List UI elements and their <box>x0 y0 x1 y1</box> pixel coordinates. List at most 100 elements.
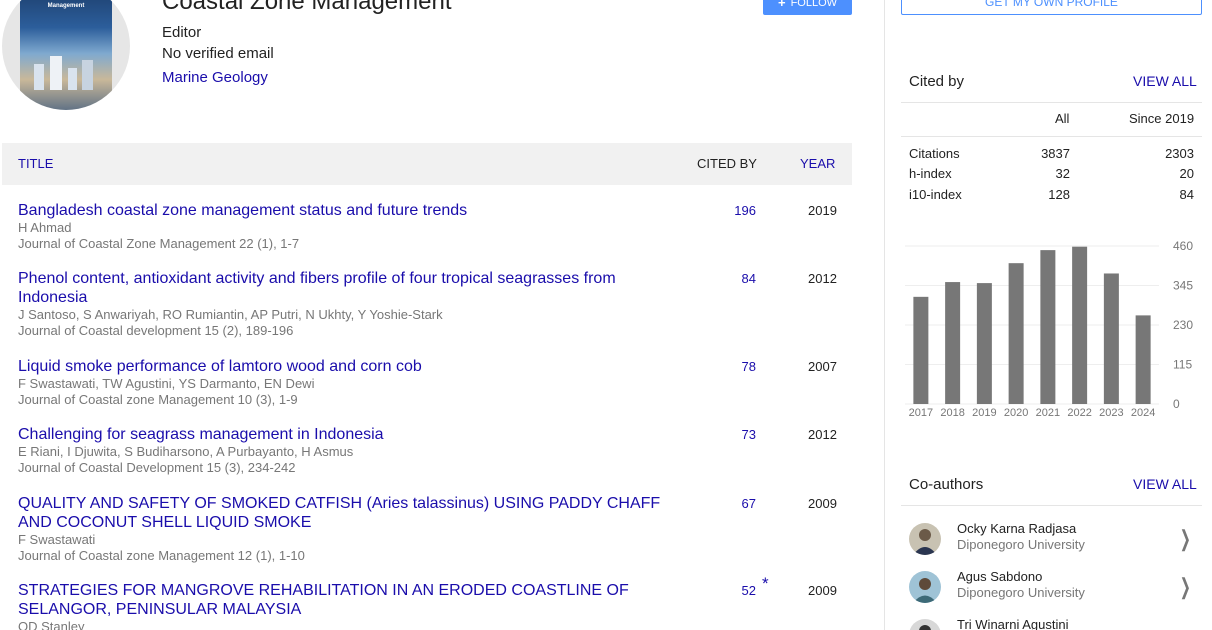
chart-bar-2018[interactable] <box>945 282 961 404</box>
coauthor-item[interactable]: Agus Sabdono Diponegoro University ❯ <box>901 569 1202 613</box>
chart-y-tick-label: 115 <box>1173 358 1192 372</box>
publication-title-link[interactable]: STRATEGIES FOR MANGROVE REHABILITATION I… <box>18 581 678 619</box>
citations-chart-svg: 460 345 230 115 0 2017 2018 2019 2020 2021 2022 202… <box>905 239 1193 419</box>
publication-year: 2012 <box>808 427 837 442</box>
publication-row: Liquid smoke performance of lamtoro wood… <box>18 357 852 408</box>
metric-label: i10-index <box>909 187 962 202</box>
publication-row: STRATEGIES FOR MANGROVE REHABILITATION I… <box>18 574 852 630</box>
coauthors-heading: Co-authors <box>909 476 984 493</box>
publication-row: Phenol content, antioxidant activity and… <box>18 269 852 339</box>
chart-y-tick-label: 345 <box>1173 279 1193 293</box>
chart-x-tick-label: 2024 <box>1131 407 1155 419</box>
chevron-right-icon: ❯ <box>1179 526 1191 551</box>
chart-x-tick-label: 2021 <box>1036 407 1060 419</box>
metric-since-value: 2303 <box>1165 146 1194 161</box>
publication-venue: Journal of Coastal development 15 (2), 1… <box>18 323 294 338</box>
publication-title-link[interactable]: QUALITY AND SAFETY OF SMOKED CATFISH (Ar… <box>18 494 678 532</box>
follow-button[interactable]: + FOLLOW <box>763 0 852 15</box>
cited-by-view-all-link[interactable]: VIEW ALL <box>1133 73 1197 89</box>
research-interest-link[interactable]: Marine Geology <box>162 69 268 86</box>
chart-bar-2022[interactable] <box>1072 246 1088 404</box>
cited-by-count-link[interactable]: 84 <box>718 271 756 286</box>
metric-since-value: 84 <box>1179 187 1194 202</box>
cited-by-count-link[interactable]: 78 <box>718 359 756 374</box>
metric-all-value: 32 <box>1055 166 1070 181</box>
metrics-col-since: Since 2019 <box>1129 111 1195 126</box>
profile-name: Coastal Zone Management <box>162 0 452 15</box>
profile-email-status: No verified email <box>162 45 274 62</box>
coauthors-view-all-link[interactable]: VIEW ALL <box>1133 476 1197 492</box>
publication-title-link[interactable]: Bangladesh coastal zone management statu… <box>18 201 678 220</box>
sort-by-citations-label[interactable]: CITED BY <box>697 156 757 171</box>
chart-x-tick-label: 2017 <box>909 407 933 419</box>
metric-label: Citations <box>909 146 960 161</box>
publication-year: 2007 <box>808 359 837 374</box>
sort-by-year-link[interactable]: YEAR <box>800 156 835 171</box>
merged-citations-star-icon[interactable]: * <box>762 574 769 594</box>
chart-bar-2019[interactable] <box>976 283 992 404</box>
chart-bar-2024[interactable] <box>1135 315 1151 404</box>
publication-row: Bangladesh coastal zone management statu… <box>18 201 852 252</box>
cited-by-count-link[interactable]: 196 <box>718 203 756 218</box>
metric-label: h-index <box>909 166 952 181</box>
publication-title-link[interactable]: Challenging for seagrass management in I… <box>18 425 678 444</box>
publication-title-link[interactable]: Phenol content, antioxidant activity and… <box>18 269 678 307</box>
follow-plus-icon: + <box>777 0 786 10</box>
publication-authors: J Santoso, S Anwariyah, RO Rumiantin, AP… <box>18 307 443 322</box>
cited-by-count-link[interactable]: 52 <box>718 583 756 598</box>
publication-row: Challenging for seagrass management in I… <box>18 425 852 476</box>
coauthor-avatar <box>909 523 941 555</box>
coauthor-institution: Diponegoro University <box>957 585 1085 600</box>
publication-authors: E Riani, I Djuwita, S Budiharsono, A Pur… <box>18 444 354 459</box>
metric-all-value: 3837 <box>1041 146 1070 161</box>
coauthor-name: Agus Sabdono <box>957 569 1043 584</box>
chart-y-tick-label: 460 <box>1173 239 1193 253</box>
follow-label: FOLLOW <box>790 0 838 9</box>
publication-venue: Journal of Coastal zone Management 10 (3… <box>18 392 298 407</box>
chart-bar-2021[interactable] <box>1040 250 1056 404</box>
journal-cover-text: Journal of Coastal Zone Management <box>32 0 100 9</box>
publication-title-link[interactable]: Liquid smoke performance of lamtoro wood… <box>18 357 678 376</box>
profile-affiliation: Editor <box>162 24 202 41</box>
publications-table-header: TITLE CITED BY YEAR <box>2 143 852 185</box>
publication-authors: F Swastawati <box>18 532 96 547</box>
publication-year: 2019 <box>808 203 837 218</box>
publication-year: 2009 <box>808 583 837 598</box>
coauthor-name: Tri Winarni Agustini <box>957 617 1069 630</box>
coauthor-avatar <box>909 619 941 630</box>
metrics-col-all: All <box>1055 111 1070 126</box>
chart-bar-2017[interactable] <box>913 296 929 404</box>
chart-x-tick-label: 2018 <box>940 407 964 419</box>
metric-all-value: 128 <box>1048 187 1070 202</box>
get-own-profile-button[interactable]: GET MY OWN PROFILE <box>901 0 1202 15</box>
citations-per-year-chart: 460 345 230 115 0 2017 2018 2019 2020 2021 2022 202… <box>901 236 1202 422</box>
chart-x-tick-label: 2023 <box>1099 407 1123 419</box>
coauthor-item[interactable]: Tri Winarni Agustini <box>901 617 1202 630</box>
metric-since-value: 20 <box>1179 166 1194 181</box>
coauthor-institution: Diponegoro University <box>957 537 1085 552</box>
chart-x-tick-label: 2020 <box>1004 407 1028 419</box>
journal-cover-image: Journal of Coastal Zone Management <box>20 0 112 110</box>
coauthor-item[interactable]: Ocky Karna Radjasa Diponegoro University… <box>901 521 1202 565</box>
publication-year: 2012 <box>808 271 837 286</box>
chart-bar-2020[interactable] <box>1008 263 1024 404</box>
profile-avatar: Journal of Coastal Zone Management <box>2 0 130 110</box>
publication-year: 2009 <box>808 496 837 511</box>
cited-by-count-link[interactable]: 67 <box>718 496 756 511</box>
publication-venue: Journal of Coastal zone Management 12 (1… <box>18 548 305 563</box>
publication-row: QUALITY AND SAFETY OF SMOKED CATFISH (Ar… <box>18 494 852 564</box>
chart-x-tick-label: 2019 <box>972 407 996 419</box>
cited-by-count-link[interactable]: 73 <box>718 427 756 442</box>
chart-bar-2023[interactable] <box>1103 273 1119 404</box>
cited-by-heading: Cited by <box>909 73 965 90</box>
coauthor-name: Ocky Karna Radjasa <box>957 521 1077 536</box>
sort-by-title-link[interactable]: TITLE <box>18 156 53 171</box>
publication-venue: Journal of Coastal Development 15 (3), 2… <box>18 460 296 475</box>
coauthor-avatar <box>909 571 941 603</box>
chart-x-tick-label: 2022 <box>1067 407 1091 419</box>
sidebar-divider <box>884 0 885 630</box>
chart-y-tick-label: 230 <box>1173 318 1193 332</box>
publication-authors: F Swastawati, TW Agustini, YS Darmanto, … <box>18 376 315 391</box>
chevron-right-icon: ❯ <box>1179 574 1191 599</box>
publication-authors: H Ahmad <box>18 220 72 235</box>
